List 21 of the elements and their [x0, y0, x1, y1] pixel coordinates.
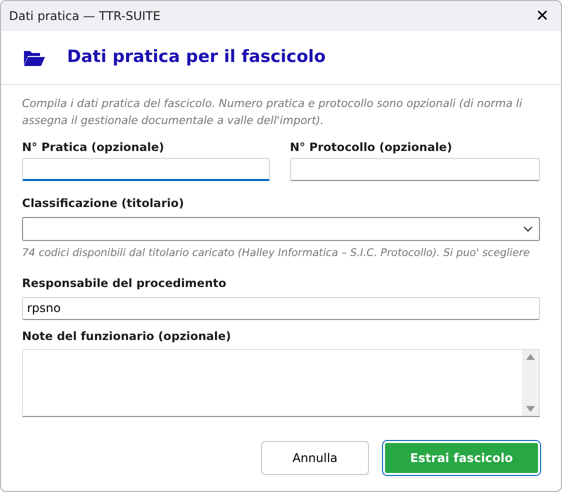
intro-text: Compila i dati pratica del fascicolo. Numero pratica e protocollo sono opzionali (di norma li assegna il gestionale documentale a valle dell'import). — [22, 96, 524, 129]
field-label: Note del funzionario (opzionale) — [22, 328, 232, 344]
input-field[interactable] — [290, 158, 540, 182]
hint-text: 74 codici disponibili dal titolario caricato (Halley Informatica – S.I.C. Protocollo). Si puo' scegliere — [22, 246, 531, 260]
dropdown-field[interactable] — [22, 216, 540, 240]
scroll-down-icon[interactable] — [526, 406, 535, 412]
field-label: Classificazione (titolario) — [22, 195, 185, 212]
close-button[interactable]: ✕ — [532, 8, 553, 24]
field-label: N° Pratica (opzionale) — [22, 139, 166, 156]
scroll-up-icon[interactable] — [526, 354, 535, 360]
field-label: N° Protocollo (opzionale) — [290, 139, 454, 156]
window-title: Dati pratica — TTR-SUITE — [9, 8, 160, 25]
notes-field[interactable] — [22, 348, 540, 417]
dialog-heading: Dati pratica per il fascicolo — [67, 46, 326, 69]
scrollbar[interactable] — [522, 350, 539, 416]
chevron-down-icon — [523, 226, 533, 232]
input-field[interactable] — [22, 158, 270, 182]
folder-icon — [23, 48, 45, 66]
cancel-button[interactable]: Annulla — [261, 440, 369, 475]
field-label: Responsabile del procedimento — [22, 275, 228, 292]
input-field[interactable]: rpsno — [22, 296, 540, 320]
